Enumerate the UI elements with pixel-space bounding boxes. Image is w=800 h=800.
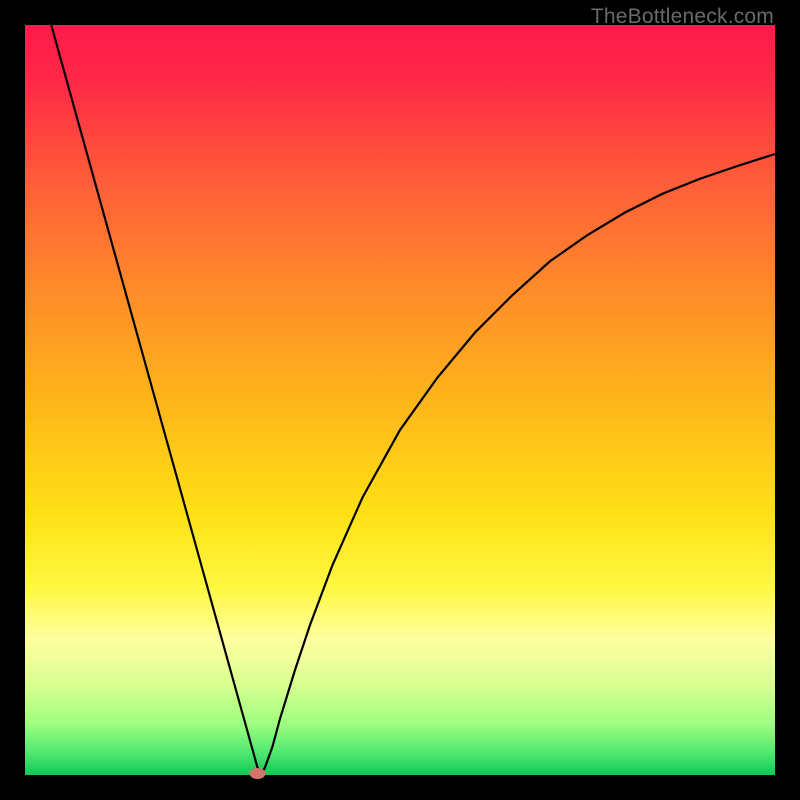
plot-background xyxy=(25,25,775,775)
chart-container: TheBottleneck.com xyxy=(0,0,800,800)
minimum-marker xyxy=(250,768,266,779)
bottleneck-chart xyxy=(0,0,800,800)
watermark-text: TheBottleneck.com xyxy=(591,5,774,29)
